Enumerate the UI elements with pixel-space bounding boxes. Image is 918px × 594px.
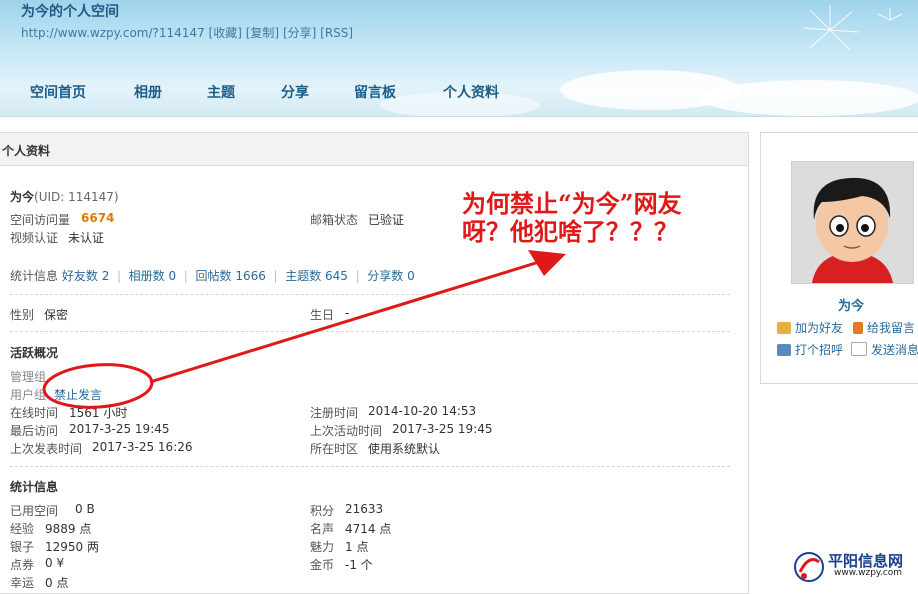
watermark-url: www.wzpy.com (834, 568, 903, 578)
watermark-logo-icon (794, 552, 824, 582)
highlight-ellipse (42, 363, 154, 409)
annotation-overlay (42, 250, 566, 409)
annotation-line-1: 为何禁止“为今”网友 (462, 189, 682, 218)
site-watermark: 平阳信息网 www.wzpy.com (790, 548, 918, 588)
annotation-line-2: 呀？他犯啥了？？？ (462, 217, 678, 246)
annotation-arrow-line (149, 256, 553, 384)
annotation-text: 为何禁止“为今”网友 呀？他犯啥了？？？ (462, 190, 682, 246)
